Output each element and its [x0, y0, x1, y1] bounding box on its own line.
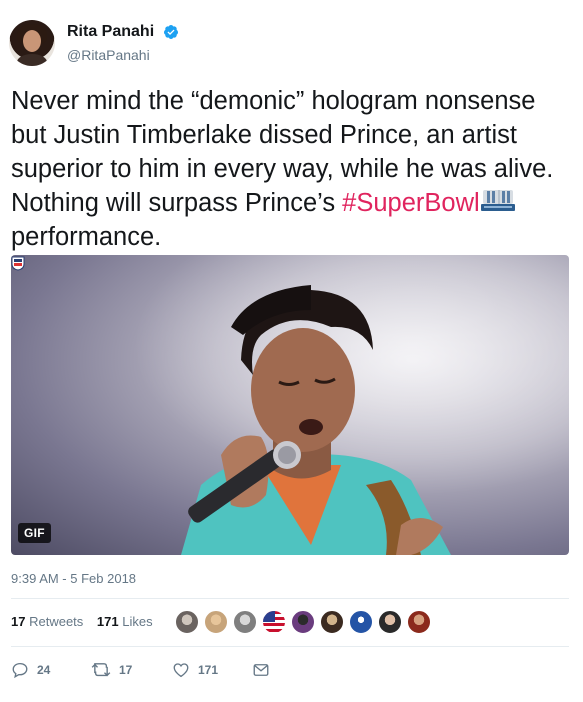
display-name[interactable]: Rita Panahi [67, 23, 154, 41]
gif-badge: GIF [18, 523, 51, 543]
liker-avatar[interactable] [232, 609, 258, 635]
liker-avatar[interactable] [261, 609, 287, 635]
divider [11, 598, 569, 599]
liker-avatar[interactable] [348, 609, 374, 635]
tweet-text-tail: performance. [11, 223, 162, 251]
likes-stat[interactable]: 171 Likes [97, 614, 153, 629]
liker-avatar[interactable] [203, 609, 229, 635]
handle[interactable]: @RitaPanahi [67, 47, 150, 63]
tweet-actions: 24 17 171 [11, 659, 311, 683]
direct-message-button[interactable] [252, 659, 270, 681]
envelope-icon [253, 664, 269, 676]
super-bowl-trophy-icon [480, 190, 515, 211]
reply-button[interactable]: 24 [11, 659, 50, 681]
retweet-button[interactable]: 17 [91, 659, 132, 681]
avatar[interactable] [9, 20, 55, 66]
reply-count: 24 [37, 663, 51, 677]
nfl-shield-icon [11, 256, 25, 271]
retweets-count: 17 [11, 614, 26, 629]
liker-avatar[interactable] [377, 609, 403, 635]
heart-icon [173, 663, 189, 678]
reply-icon [12, 662, 28, 679]
liker-avatar[interactable] [290, 609, 316, 635]
divider [11, 646, 569, 647]
verified-badge-icon [163, 25, 178, 39]
retweet-count: 17 [119, 663, 133, 677]
liker-avatar[interactable] [406, 609, 432, 635]
retweet-icon [91, 663, 111, 677]
author-name-row[interactable]: Rita Panahi [67, 23, 179, 41]
likes-count: 171 [96, 614, 119, 629]
retweets-stat[interactable]: 17 Retweets [11, 614, 83, 629]
tweet-header: Rita Panahi @RitaPanahi [9, 18, 569, 70]
likes-label: Likes [122, 614, 153, 629]
performer-illustration [11, 255, 569, 555]
like-button[interactable]: 171 [172, 659, 218, 681]
like-count: 171 [198, 663, 219, 677]
liker-avatar[interactable] [174, 609, 200, 635]
media-gif[interactable]: GIF [11, 255, 569, 555]
hashtag-link[interactable]: #SuperBowl [342, 189, 480, 217]
tweet-text: Never mind the “demonic” hologram nonsen… [11, 84, 571, 254]
engagement-stats: 17 Retweets 171 Likes [11, 614, 153, 629]
retweets-label: Retweets [29, 614, 84, 629]
tweet-timestamp[interactable]: 9:39 AM - 5 Feb 2018 [11, 571, 136, 586]
liker-avatar[interactable] [319, 609, 345, 635]
